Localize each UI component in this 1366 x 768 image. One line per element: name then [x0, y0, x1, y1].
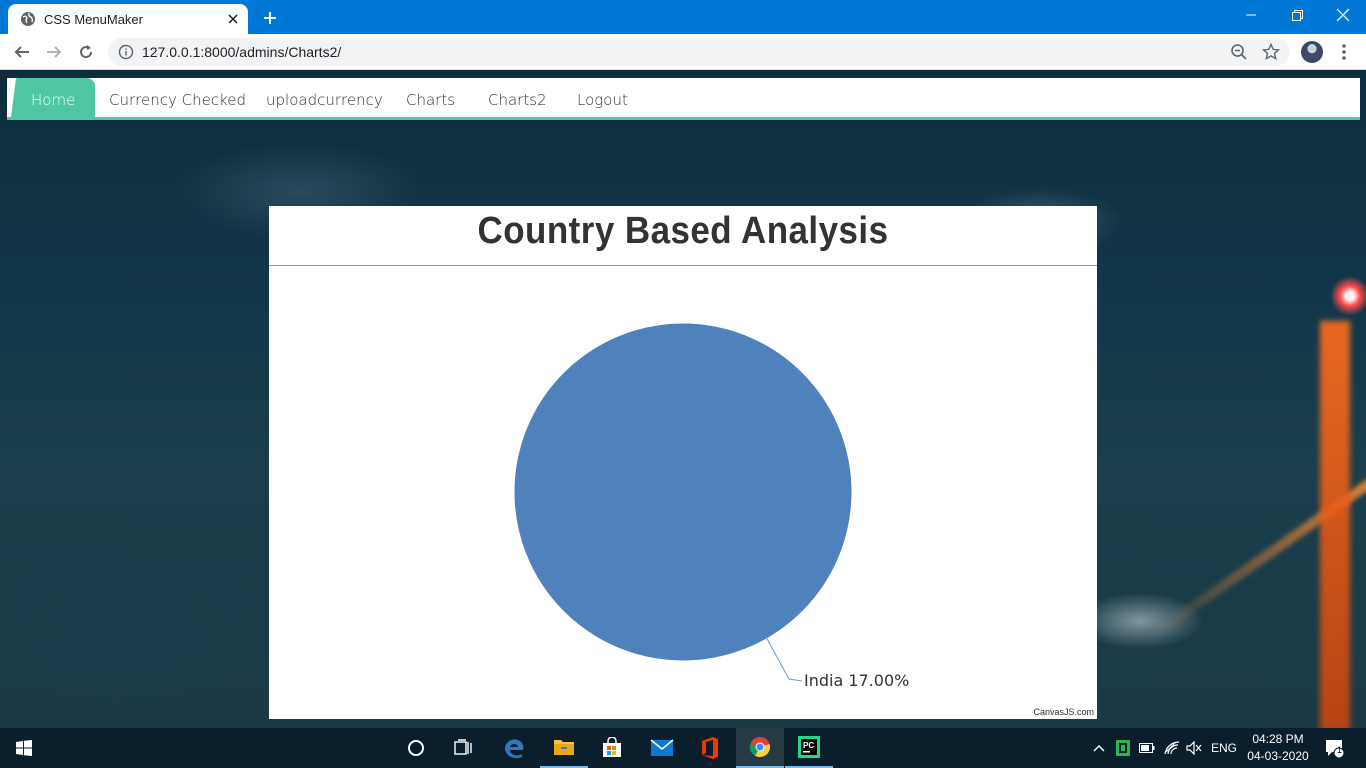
pie-slice-label: India 17.00%: [804, 671, 909, 690]
volume-muted-icon[interactable]: [1184, 728, 1204, 768]
background-decoration: [1320, 321, 1350, 728]
pycharm-icon[interactable]: PC: [785, 728, 833, 768]
wifi-icon[interactable]: [1161, 728, 1183, 768]
nav-item-home[interactable]: Home: [11, 78, 96, 117]
start-icon[interactable]: [0, 728, 48, 768]
browser-toolbar: 127.0.0.1:8000/admins/Charts2/: [0, 34, 1366, 70]
background-decoration: [1330, 276, 1366, 316]
site-nav-menu: Home Currency Checked uploadcurrency Cha…: [7, 78, 1360, 120]
cortana-icon[interactable]: [392, 728, 440, 768]
browser-titlebar: CSS MenuMaker: [0, 0, 1366, 34]
nav-item-charts2[interactable]: Charts2: [488, 78, 547, 117]
page-content: Home Currency Checked uploadcurrency Cha…: [0, 71, 1366, 728]
nav-item-charts[interactable]: Charts: [406, 78, 455, 117]
bookmark-star-icon[interactable]: [1262, 43, 1280, 61]
reload-icon[interactable]: [72, 38, 100, 66]
chart-title: Country Based Analysis: [477, 210, 889, 252]
chrome-icon[interactable]: [736, 728, 784, 768]
nav-item-uploadcurrency[interactable]: uploadcurrency: [266, 78, 383, 117]
clock-time: 04:28 PM: [1252, 732, 1304, 746]
pie-slice-india[interactable]: [513, 322, 853, 662]
windows-taskbar: PC ENG 04:28 PM 04-03-2020 1: [0, 728, 1366, 768]
tab-title: CSS MenuMaker: [44, 11, 143, 27]
mail-icon[interactable]: [638, 728, 686, 768]
office-icon[interactable]: [686, 728, 734, 768]
edge-icon[interactable]: [490, 728, 538, 768]
pie-label-leader-line: [765, 636, 803, 682]
minimize-icon[interactable]: [1228, 0, 1274, 30]
url-text[interactable]: 127.0.0.1:8000/admins/Charts2/: [142, 44, 341, 60]
new-tab-icon[interactable]: [258, 6, 282, 30]
globe-icon: [21, 12, 35, 26]
canvasjs-credit[interactable]: CanvasJS.com: [1033, 707, 1094, 717]
address-bar[interactable]: 127.0.0.1:8000/admins/Charts2/: [108, 38, 1290, 66]
show-hidden-icons-chevron-icon[interactable]: [1090, 728, 1108, 768]
nav-item-logout[interactable]: Logout: [577, 78, 628, 117]
nav-item-currency-checked[interactable]: Currency Checked: [109, 78, 246, 117]
restore-icon[interactable]: [1274, 0, 1320, 30]
info-icon[interactable]: [118, 44, 134, 60]
tray-app-icon[interactable]: [1113, 728, 1133, 768]
language-indicator[interactable]: ENG: [1208, 728, 1240, 768]
back-arrow-icon[interactable]: [8, 38, 36, 66]
file-explorer-icon[interactable]: [540, 728, 588, 768]
zoom-out-icon[interactable]: [1230, 43, 1248, 61]
forward-arrow-icon[interactable]: [40, 38, 68, 66]
pie-chart: India 17.00%: [513, 322, 909, 690]
battery-icon[interactable]: [1137, 728, 1157, 768]
task-view-icon[interactable]: [440, 728, 488, 768]
svg-text:PC: PC: [803, 741, 814, 750]
profile-avatar[interactable]: [1301, 41, 1323, 63]
browser-tab[interactable]: CSS MenuMaker: [8, 4, 248, 34]
notification-count: 1: [1337, 745, 1343, 755]
chrome-menu-icon[interactable]: [1336, 42, 1352, 62]
system-clock[interactable]: 04:28 PM 04-03-2020: [1244, 731, 1312, 765]
close-window-icon[interactable]: [1320, 0, 1366, 30]
pie-chart-panel: Country Based Analysis India 17.00% Canv…: [269, 206, 1097, 719]
tab-close-icon[interactable]: [224, 10, 242, 28]
notifications-icon[interactable]: 1: [1320, 728, 1348, 768]
clock-date: 04-03-2020: [1247, 749, 1309, 763]
store-icon[interactable]: [588, 728, 636, 768]
